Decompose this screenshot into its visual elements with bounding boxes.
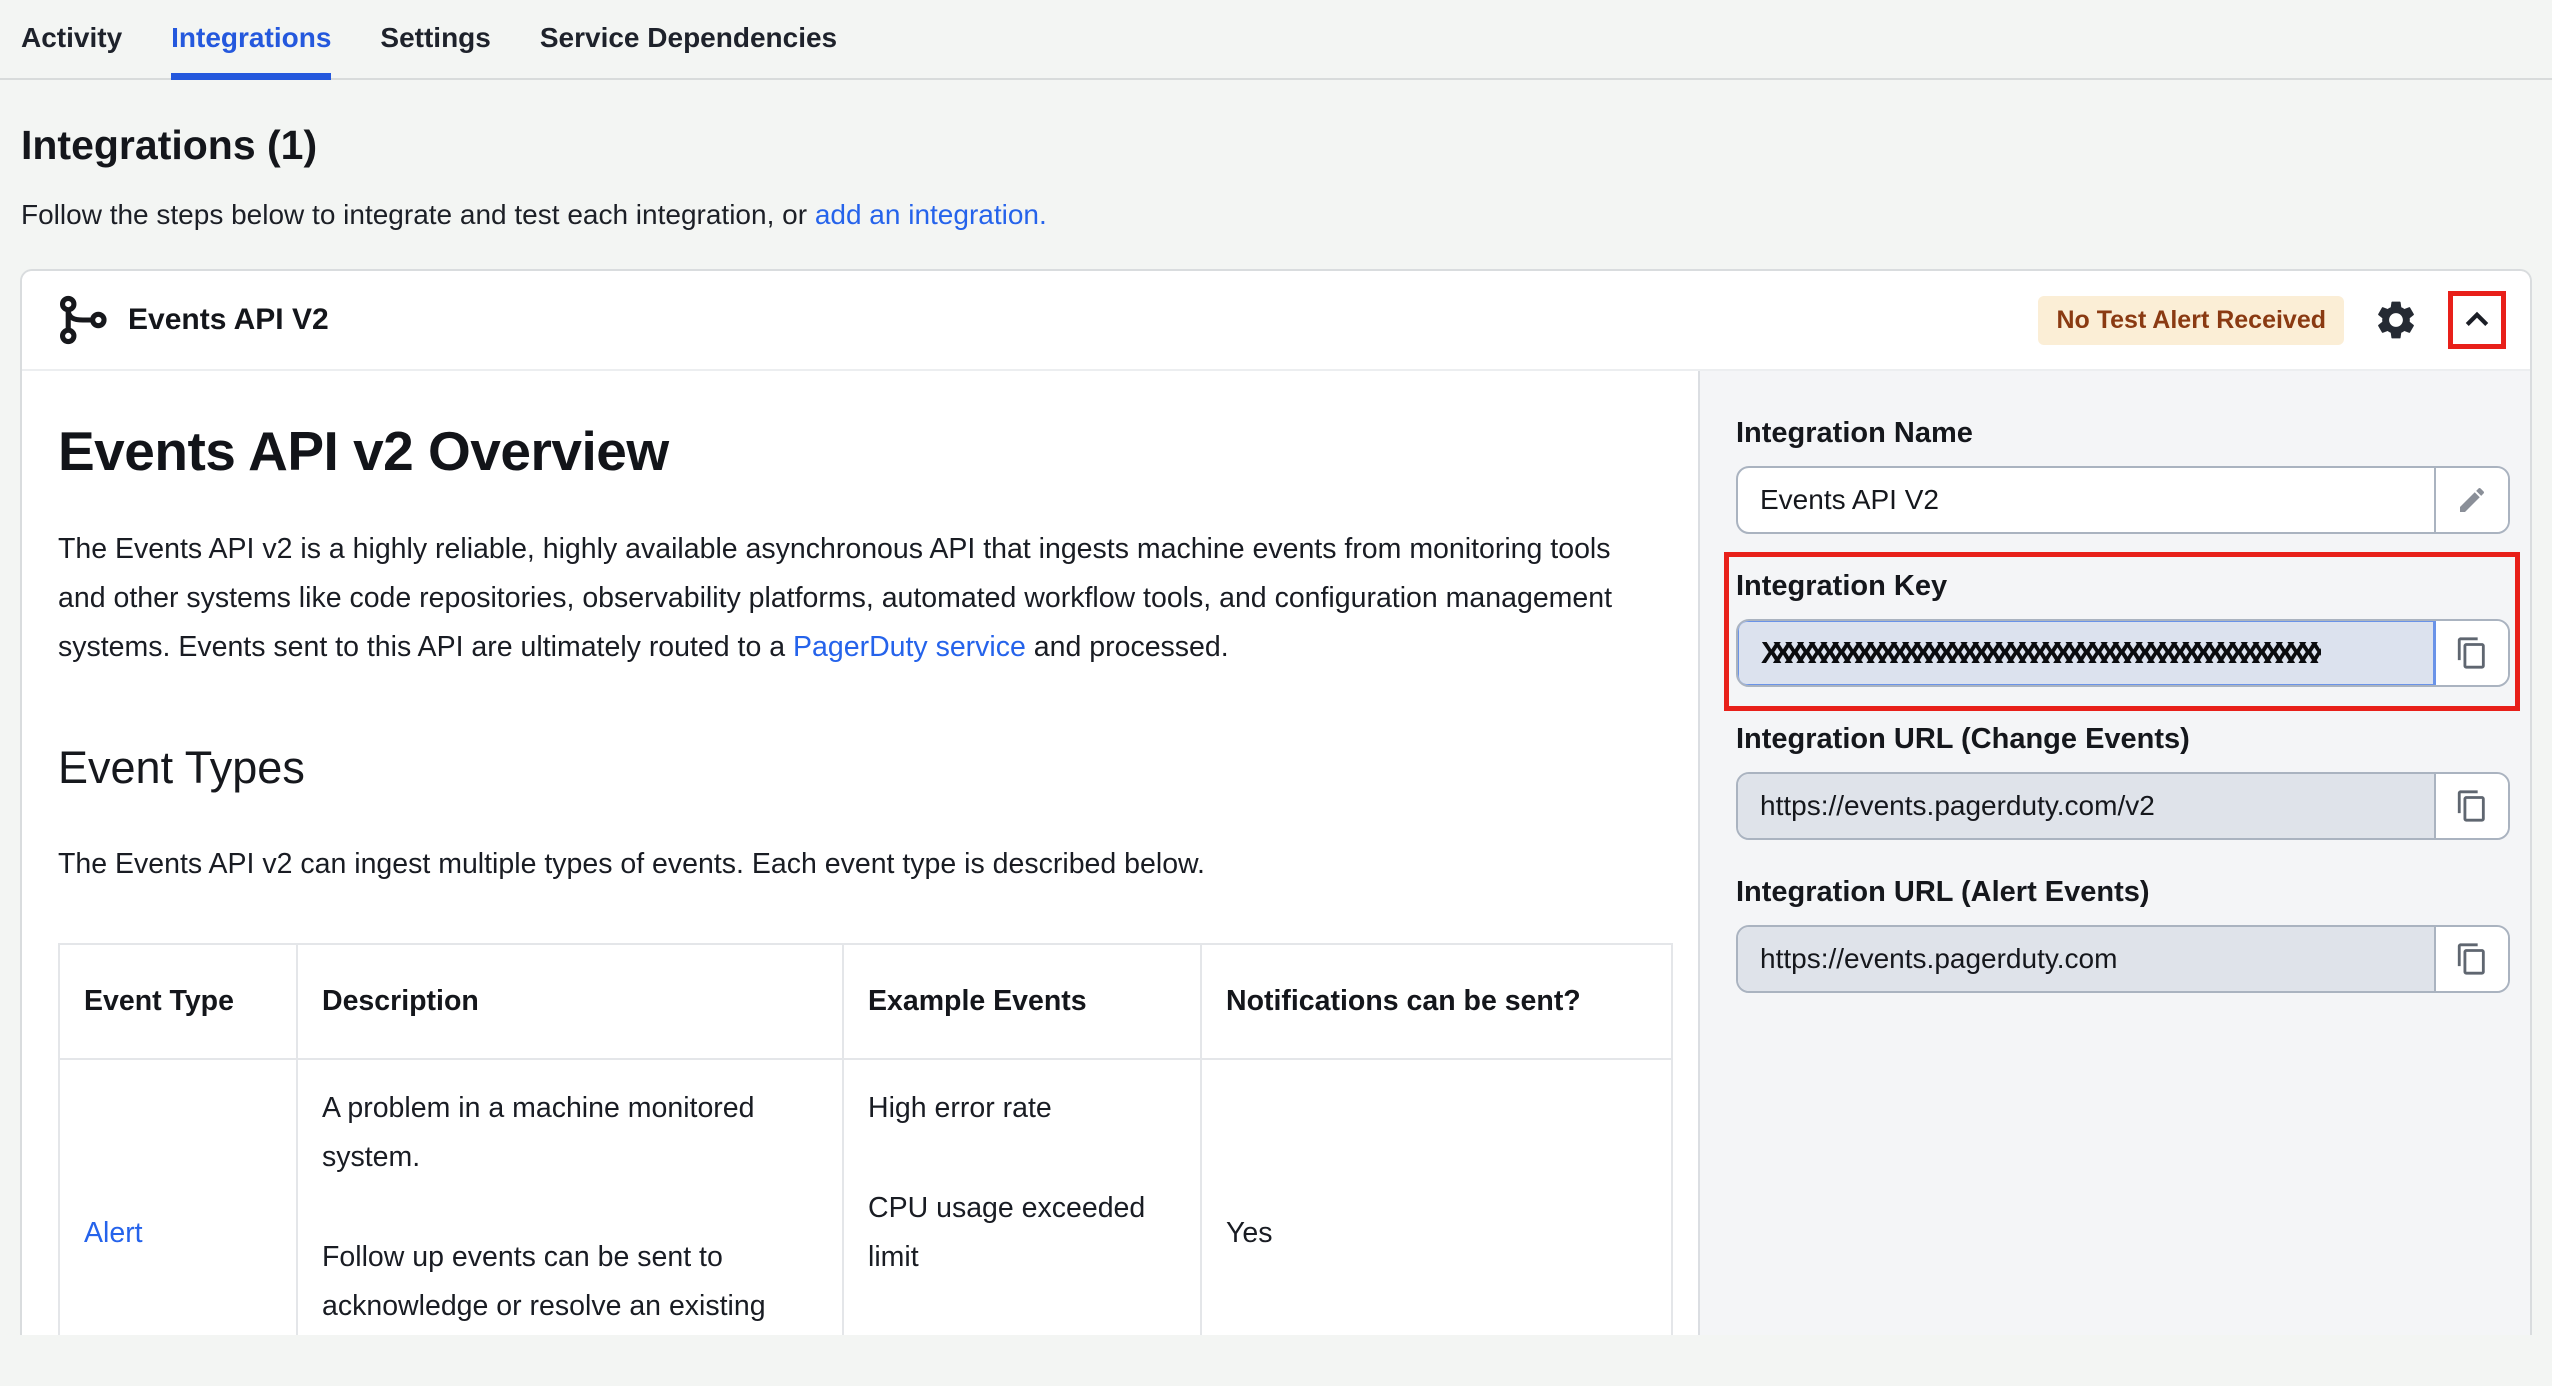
intro-text: Follow the steps below to integrate and …: [21, 199, 2552, 231]
chevron-up-icon: [2459, 302, 2495, 338]
settings-button[interactable]: [2372, 296, 2420, 344]
integration-branch-icon: [58, 295, 108, 345]
copy-key-button[interactable]: [2436, 621, 2508, 685]
integration-card-header: Events API V2 No Test Alert Received: [22, 271, 2530, 371]
integration-url-change-input[interactable]: https://events.pagerduty.com/v2: [1738, 774, 2436, 838]
status-badge: No Test Alert Received: [2038, 296, 2344, 345]
column-header-example-events: Example Events: [843, 944, 1201, 1059]
integration-card: Events API V2 No Test Alert Received Eve…: [20, 269, 2532, 1335]
integration-card-body: Events API v2 Overview The Events API v2…: [22, 371, 2530, 1335]
integration-url-alert-field: Integration URL (Alert Events) https://e…: [1736, 876, 2510, 993]
cell-event-type: Alert: [59, 1059, 297, 1335]
example-event: Deployment failed: [868, 1333, 1176, 1335]
tab-settings[interactable]: Settings: [380, 22, 490, 78]
overview-paragraph: The Events API v2 is a highly reliable, …: [58, 525, 1658, 672]
integration-name-field: Integration Name Events API V2: [1736, 417, 2510, 534]
event-types-text: The Events API v2 can ingest multiple ty…: [58, 840, 1658, 889]
copy-icon: [2455, 789, 2489, 823]
header-actions: No Test Alert Received: [2038, 291, 2506, 349]
column-header-notifications: Notifications can be sent?: [1201, 944, 1672, 1059]
tab-service-dependencies[interactable]: Service Dependencies: [540, 22, 837, 78]
copy-icon: [2455, 636, 2489, 670]
intro-text-static: Follow the steps below to integrate and …: [21, 199, 815, 230]
page-title: Integrations (1): [21, 122, 2552, 169]
integration-title: Events API V2: [128, 303, 329, 337]
collapse-panel-button[interactable]: [2448, 291, 2506, 349]
description-paragraph: Follow up events can be sent to acknowle…: [322, 1233, 818, 1335]
integration-url-alert-input-group: https://events.pagerduty.com: [1736, 925, 2510, 993]
pencil-icon: [2456, 484, 2488, 516]
table-header-row: Event Type Description Example Events No…: [59, 944, 1672, 1059]
cell-notifications: Yes: [1201, 1059, 1672, 1335]
overview-panel: Events API v2 Overview The Events API v2…: [22, 371, 1698, 1335]
integration-key-field: Integration Key XXXXXXXXXXXXXXXXXXXXXXXX…: [1736, 570, 2510, 687]
integration-name-label: Integration Name: [1736, 417, 2510, 450]
tab-activity[interactable]: Activity: [21, 22, 122, 78]
integration-key-input-group: XXXXXXXXXXXXXXXXXXXXXXXXXXXXXXXXXXXXXXXX…: [1736, 619, 2510, 687]
add-integration-link[interactable]: add an integration.: [815, 199, 1047, 230]
event-types-table: Event Type Description Example Events No…: [58, 943, 1673, 1335]
integration-url-alert-label: Integration URL (Alert Events): [1736, 876, 2510, 909]
integration-name-input[interactable]: Events API V2: [1738, 468, 2436, 532]
cell-description: A problem in a machine monitored system.…: [297, 1059, 843, 1335]
column-header-description: Description: [297, 944, 843, 1059]
copy-icon: [2455, 942, 2489, 976]
integration-url-change-input-group: https://events.pagerduty.com/v2: [1736, 772, 2510, 840]
edit-name-button[interactable]: [2436, 468, 2508, 532]
integration-key-label: Integration Key: [1736, 570, 2510, 603]
copy-change-url-button[interactable]: [2436, 774, 2508, 838]
integration-url-alert-input[interactable]: https://events.pagerduty.com: [1738, 927, 2436, 991]
pagerduty-service-link[interactable]: PagerDuty service: [793, 631, 1026, 663]
integration-sidebar: Integration Name Events API V2 Integrati…: [1698, 371, 2530, 1335]
column-header-event-type: Event Type: [59, 944, 297, 1059]
table-row-alert: Alert A problem in a machine monitored s…: [59, 1059, 1672, 1335]
integration-key-value: XXXXXXXXXXXXXXXXXXXXXXXXXXXXXXXXXXXXXXXX…: [1761, 635, 2321, 671]
integration-url-change-field: Integration URL (Change Events) https://…: [1736, 723, 2510, 840]
tab-bar: Activity Integrations Settings Service D…: [0, 0, 2552, 80]
event-types-title: Event Types: [58, 742, 1668, 794]
integration-url-change-label: Integration URL (Change Events): [1736, 723, 2510, 756]
description-paragraph: A problem in a machine monitored system.: [322, 1084, 818, 1182]
integration-name-input-group: Events API V2: [1736, 466, 2510, 534]
copy-alert-url-button[interactable]: [2436, 927, 2508, 991]
example-event: High error rate: [868, 1084, 1176, 1133]
cell-example-events: High error rate CPU usage exceeded limit…: [843, 1059, 1201, 1335]
integration-key-input[interactable]: XXXXXXXXXXXXXXXXXXXXXXXXXXXXXXXXXXXXXXXX…: [1736, 619, 2436, 687]
alert-link[interactable]: Alert: [84, 1217, 143, 1249]
gear-icon: [2373, 297, 2419, 343]
example-event: CPU usage exceeded limit: [868, 1184, 1176, 1282]
tab-integrations[interactable]: Integrations: [171, 22, 331, 78]
overview-paragraph-part2: and processed.: [1026, 631, 1229, 663]
overview-title: Events API v2 Overview: [58, 419, 1668, 483]
